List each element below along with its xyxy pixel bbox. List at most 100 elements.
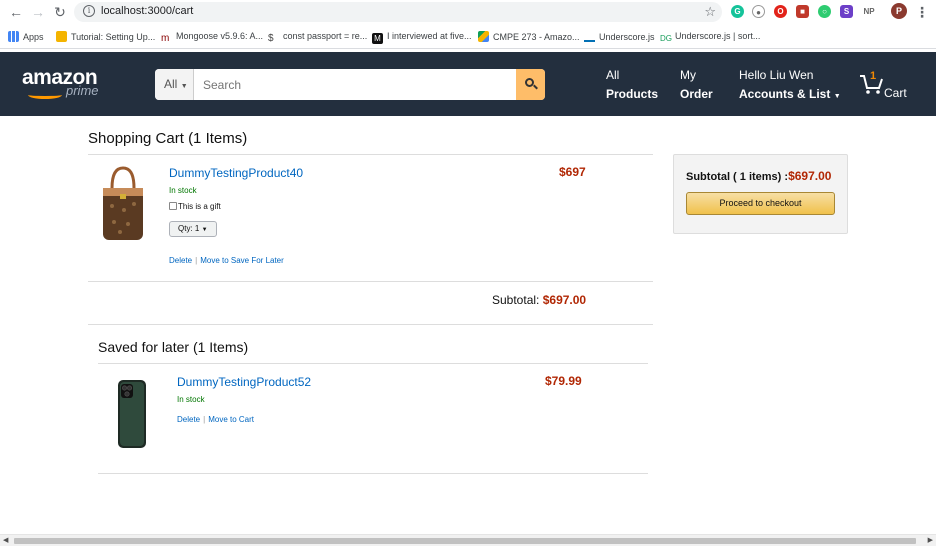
bookmark-cmpe[interactable]: CMPE 273 - Amazo... <box>478 31 580 42</box>
separator: | <box>203 415 206 424</box>
horizontal-scrollbar[interactable]: ◀ ▶ <box>0 534 936 546</box>
bookmark-label: Mongoose v5.9.6: A... <box>176 31 264 41</box>
medium-favicon-icon: M <box>372 33 383 44</box>
site-header: amazon prime All ▼ All Products My Order… <box>0 52 936 116</box>
passport-favicon-icon: $ <box>268 33 279 44</box>
subtotal-amount: $697.00 <box>542 293 587 307</box>
search-button[interactable] <box>516 69 545 100</box>
purple-extension-icon[interactable]: S <box>840 5 853 18</box>
qty-label: Qty: 1 <box>178 224 200 233</box>
bookmark-mongoose[interactable]: m Mongoose v5.9.6: A... <box>161 31 263 44</box>
nav-accounts-lists[interactable]: Hello Liu Wen Accounts & List ▼ <box>739 66 841 106</box>
search-category-dropdown[interactable]: All ▼ <box>155 69 194 100</box>
cart-count-badge: 1 <box>870 70 877 82</box>
cart-item-title[interactable]: DummyTestingProduct40 <box>169 166 303 180</box>
logo-sub-text: prime <box>66 83 99 98</box>
search-icon-handle <box>533 84 538 90</box>
quantity-dropdown[interactable]: Qty: 1 ▼ <box>169 221 217 237</box>
saved-item-actions: Delete | Move to Cart <box>177 415 254 424</box>
extension-icon[interactable]: ● <box>752 5 765 18</box>
bookmark-label: I interviewed at five... <box>387 31 472 41</box>
bookmark-star-icon[interactable]: ☆ <box>704 4 716 20</box>
search-input[interactable] <box>197 69 515 100</box>
saved-item-stock: In stock <box>177 395 205 404</box>
bookmark-passport[interactable]: $ const passport = re... <box>268 31 367 44</box>
gift-checkbox-row[interactable]: This is a gift <box>169 202 221 211</box>
product-image-phone[interactable] <box>116 379 148 449</box>
delete-link[interactable]: Delete <box>177 415 200 424</box>
cart-subtotal: Subtotal: $697.00 <box>492 293 586 307</box>
search-bar: All ▼ <box>155 69 545 100</box>
saved-for-later-heading: Saved for later (1 Items) <box>98 339 249 355</box>
opera-extension-icon[interactable]: O <box>774 5 787 18</box>
cart-item-stock: In stock <box>169 186 197 195</box>
subtotal-label: Subtotal: <box>492 293 540 307</box>
cart-page: Shopping Cart (1 Items) DummyTestingProd… <box>0 116 936 534</box>
nav-all-products[interactable]: All Products <box>606 66 658 104</box>
checkout-box: Subtotal ( 1 items) :$697.00 Proceed to … <box>673 154 848 234</box>
nav-line2: Order <box>680 87 713 101</box>
green-extension-icon[interactable]: ○ <box>818 5 831 18</box>
bookmark-underscore-sort[interactable]: DG Underscore.js | sort... <box>660 31 760 44</box>
divider <box>88 281 653 282</box>
divider <box>88 154 653 155</box>
nav-line1: All <box>606 68 620 82</box>
nav-line2: Accounts & List <box>739 87 831 101</box>
proceed-to-checkout-button[interactable]: Proceed to checkout <box>686 192 835 215</box>
forward-icon[interactable]: → <box>30 4 46 20</box>
search-category-label: All <box>164 77 178 91</box>
np-extension-icon[interactable]: NP <box>860 5 878 18</box>
bookmark-label: CMPE 273 - Amazo... <box>493 32 580 42</box>
grammarly-extension-icon[interactable]: G <box>731 5 744 18</box>
nav-line2: Products <box>606 87 659 101</box>
product-image-handbag[interactable] <box>100 164 146 244</box>
cart-label: Cart <box>884 86 907 100</box>
mongoose-favicon-icon: m <box>161 33 172 44</box>
nav-line1: Hello Liu Wen <box>739 68 814 82</box>
apps-grid-icon <box>8 31 19 42</box>
bookmark-label: Underscore.js <box>599 32 655 42</box>
browser-chrome: ← → ↻ i localhost:3000/cart ☆ G ● O ■ ○ … <box>0 0 936 52</box>
bookmark-underscore[interactable]: Underscore.js <box>584 31 655 42</box>
saved-item-title[interactable]: DummyTestingProduct52 <box>177 375 311 389</box>
divider <box>98 473 648 474</box>
red-extension-icon[interactable]: ■ <box>796 5 809 18</box>
url-text[interactable]: localhost:3000/cart <box>101 5 193 17</box>
drive-favicon-icon <box>478 31 489 42</box>
gift-checkbox[interactable] <box>169 202 177 210</box>
back-icon[interactable]: ← <box>8 4 24 20</box>
nav-my-order[interactable]: My Order <box>680 66 713 104</box>
scroll-left-icon[interactable]: ◀ <box>3 535 8 547</box>
amazon-prime-logo[interactable]: amazon prime <box>22 66 99 99</box>
address-bar[interactable]: i localhost:3000/cart ☆ <box>74 2 722 22</box>
save-for-later-link[interactable]: Move to Save For Later <box>200 256 284 265</box>
menu-kebab-icon[interactable]: ⋮ <box>914 4 930 20</box>
saved-item-price: $79.99 <box>545 374 582 388</box>
checkout-subtotal: Subtotal ( 1 items) :$697.00 <box>686 169 831 183</box>
address-row: ← → ↻ i localhost:3000/cart ☆ G ● O ■ ○ … <box>0 0 936 25</box>
bookmark-tutorial[interactable]: Tutorial: Setting Up... <box>56 31 155 42</box>
bookmark-label: const passport = re... <box>283 31 368 41</box>
move-to-cart-link[interactable]: Move to Cart <box>208 415 254 424</box>
bookmark-label: Underscore.js | sort... <box>675 31 761 41</box>
bookmark-medium[interactable]: M I interviewed at five... <box>372 31 472 44</box>
caret-down-icon: ▼ <box>201 227 208 233</box>
scroll-right-icon[interactable]: ▶ <box>928 535 933 547</box>
info-icon[interactable]: i <box>83 5 95 17</box>
separator: | <box>195 256 198 265</box>
caret-down-icon: ▼ <box>833 93 841 100</box>
nav-line1: My <box>680 68 696 82</box>
divider <box>98 363 648 364</box>
checkout-subtotal-label: Subtotal ( 1 items) : <box>686 171 789 183</box>
shopping-cart-heading: Shopping Cart (1 Items) <box>88 130 248 147</box>
cart-item-actions: Delete | Move to Save For Later <box>169 256 284 265</box>
underscore-favicon-icon <box>584 31 595 42</box>
caret-down-icon: ▼ <box>180 83 188 90</box>
scrollbar-thumb[interactable] <box>14 538 916 544</box>
profile-avatar[interactable]: P <box>891 3 907 19</box>
cart-item-price: $697 <box>559 165 586 179</box>
reload-icon[interactable]: ↻ <box>52 4 68 20</box>
delete-link[interactable]: Delete <box>169 256 192 265</box>
bookmark-apps[interactable]: Apps <box>8 31 44 42</box>
cart-link[interactable]: 1 Cart <box>858 70 907 101</box>
